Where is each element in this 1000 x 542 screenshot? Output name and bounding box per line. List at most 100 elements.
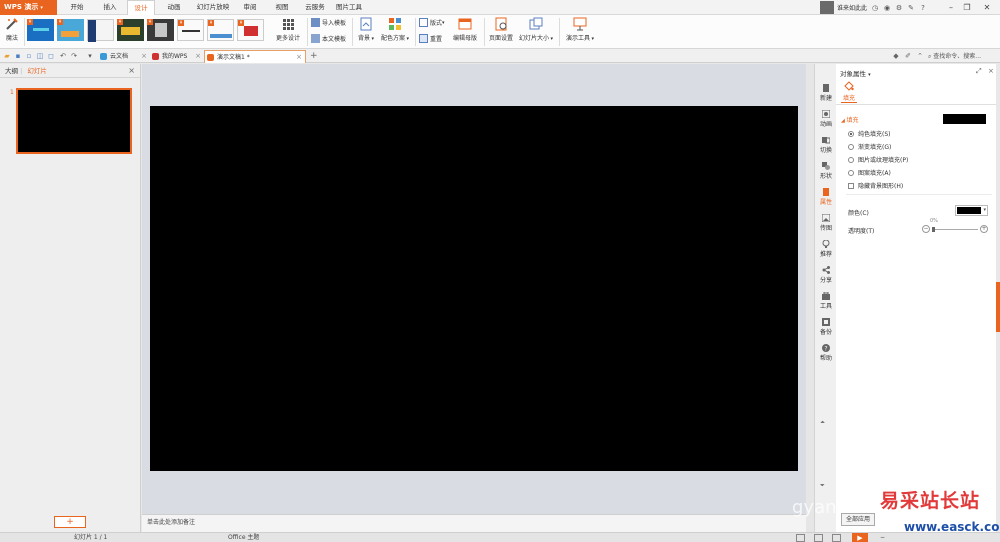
close-icon[interactable]: × [296, 51, 302, 64]
design-thumb-3[interactable]: ¥ [87, 19, 114, 42]
notes-area[interactable]: 单击此处添加备注 [142, 514, 806, 532]
transparency-slider[interactable]: 0% − + [922, 218, 988, 234]
sorter-view-icon[interactable] [814, 534, 823, 542]
normal-view-icon[interactable] [796, 534, 805, 542]
side-property-button[interactable]: 属性 [815, 188, 837, 206]
color-scheme-button[interactable]: 配色方案 ▾ [379, 17, 411, 42]
color-picker[interactable]: ▾ [955, 205, 988, 216]
fill-section-header[interactable]: ◢ 填充 [841, 115, 858, 124]
design-thumb-4[interactable]: ¥ [117, 19, 144, 41]
tab-cloud[interactable]: 云服务 [300, 0, 330, 15]
radio-solid[interactable] [848, 130, 854, 137]
side-shape-button[interactable]: 形状 [815, 162, 837, 180]
command-search[interactable]: ⌕ 查找命令、搜索... [928, 51, 981, 61]
fill-tab[interactable]: 填充 [841, 93, 858, 103]
tab-picture-tools[interactable]: 图片工具 [332, 0, 366, 15]
magic-button[interactable]: 魔法 [4, 17, 20, 42]
collapse-icon[interactable]: ⌃ [916, 52, 924, 60]
play-slideshow-button[interactable]: ▶ [852, 533, 868, 542]
tab-my-wps[interactable]: 我的WPS × [150, 50, 204, 63]
layout-button[interactable]: 版式 ▾ [419, 17, 445, 28]
design-thumb-6[interactable]: ¥ [177, 19, 204, 41]
skin-icon[interactable]: ◉ [883, 4, 891, 12]
slide[interactable] [150, 106, 798, 471]
panel-resize-handle[interactable] [996, 282, 1000, 332]
open-icon[interactable]: ▰ [3, 52, 11, 60]
side-recommend-button[interactable]: 推荐 [815, 240, 837, 258]
restore-icon[interactable]: ❐ [960, 0, 974, 15]
prev-slide-icon[interactable]: ⏶ [820, 419, 825, 427]
design-thumb-5[interactable]: ¥ [147, 19, 174, 41]
tab-animation[interactable]: 动画 [159, 0, 189, 15]
clock-icon[interactable]: ◷ [871, 4, 879, 12]
next-slide-icon[interactable]: ⏷ [820, 482, 825, 490]
side-share-button[interactable]: 分享 [815, 266, 837, 284]
dropdown-icon[interactable]: ▾ [86, 52, 94, 60]
slide-size-button[interactable]: 幻灯片大小 ▾ [517, 17, 555, 42]
app-menu-button[interactable]: WPS 演示 ▾ [0, 0, 57, 15]
close-icon[interactable]: × [195, 50, 201, 63]
redo-icon[interactable]: ↷ [70, 52, 78, 60]
brush-icon[interactable]: ✐ [904, 52, 912, 60]
tab-cloud-docs[interactable]: 云文档 × [98, 50, 150, 63]
design-thumb-2[interactable]: ¥ [57, 19, 84, 41]
slide-thumbnail[interactable] [16, 88, 132, 154]
side-help-button[interactable]: ? 帮助 [815, 344, 837, 362]
panel-title[interactable]: 对象属性 ▾ [840, 68, 871, 78]
design-thumb-1[interactable]: ¥ [27, 19, 54, 41]
add-slide-button[interactable]: + [54, 516, 86, 528]
feedback-icon[interactable]: ✎ [907, 4, 915, 12]
radio-picture[interactable] [848, 156, 854, 163]
close-icon[interactable]: × [141, 50, 147, 63]
tab-review[interactable]: 审阅 [236, 0, 264, 15]
edit-master-button[interactable]: 编辑母版 [450, 17, 480, 42]
hide-background-option[interactable]: 隐藏背景图形(H) [848, 181, 903, 190]
close-icon[interactable]: × [988, 67, 994, 75]
minus-icon[interactable]: − [922, 225, 930, 233]
new-tab-button[interactable]: + [310, 49, 318, 63]
tab-home[interactable]: 开始 [62, 0, 92, 15]
solid-fill-option[interactable]: 纯色填充(S) [848, 129, 891, 138]
plus-icon[interactable]: + [980, 225, 988, 233]
zoom-out-icon[interactable]: − [880, 533, 885, 542]
print-icon[interactable]: ◫ [36, 52, 44, 60]
side-tools-button[interactable]: 工具 [815, 292, 837, 310]
design-thumb-8[interactable]: ¥ [237, 19, 264, 41]
design-thumb-7[interactable]: ¥ [207, 19, 234, 41]
present-tools-button[interactable]: 演示工具 ▾ [563, 17, 597, 42]
slides-tab[interactable]: 幻灯片 [27, 67, 47, 75]
close-panel-icon[interactable]: × [128, 64, 135, 78]
avatar[interactable] [820, 1, 834, 14]
minimize-icon[interactable]: – [944, 0, 958, 15]
tab-slideshow[interactable]: 幻灯片放映 [192, 0, 234, 15]
side-upload-image-button[interactable]: 传图 [815, 214, 837, 232]
preview-icon[interactable]: ◻ [47, 52, 55, 60]
tab-presentation-1[interactable]: 演示文稿1 * × [204, 50, 306, 63]
picture-fill-option[interactable]: 图片或纹理填充(P) [848, 155, 908, 164]
notification-icon[interactable]: ◆ [892, 52, 900, 60]
tab-view[interactable]: 视图 [268, 0, 296, 15]
pattern-fill-option[interactable]: 图案填充(A) [848, 168, 891, 177]
save-icon[interactable]: ▪ [14, 52, 22, 60]
tab-design[interactable]: 设计 [127, 0, 155, 15]
side-transition-button[interactable]: 切换 [815, 136, 837, 154]
hide-background-checkbox[interactable] [848, 182, 854, 189]
this-template-button[interactable]: 本文模板 [311, 33, 346, 44]
side-new-button[interactable]: 新建 [815, 84, 837, 102]
outline-tab[interactable]: 大纲 [5, 67, 18, 75]
float-panel-icon[interactable]: ⤢ [976, 67, 982, 76]
tab-insert[interactable]: 插入 [95, 0, 125, 15]
slider-knob[interactable] [932, 227, 935, 232]
undo-icon[interactable]: ↶ [59, 52, 67, 60]
apply-all-button[interactable]: 全部应用 [841, 513, 875, 526]
close-icon[interactable]: ✕ [980, 0, 994, 15]
side-backup-button[interactable]: 备份 [815, 318, 837, 336]
reading-view-icon[interactable] [832, 534, 841, 542]
radio-gradient[interactable] [848, 143, 854, 150]
gradient-fill-option[interactable]: 渐变填充(G) [848, 142, 891, 151]
more-design-button[interactable]: 更多设计 [272, 17, 304, 42]
vertical-scrollbar[interactable] [806, 64, 814, 532]
radio-pattern[interactable] [848, 169, 854, 176]
user-name[interactable]: 谁来如此此 [837, 3, 867, 12]
import-template-button[interactable]: 导入模板 [311, 17, 346, 28]
